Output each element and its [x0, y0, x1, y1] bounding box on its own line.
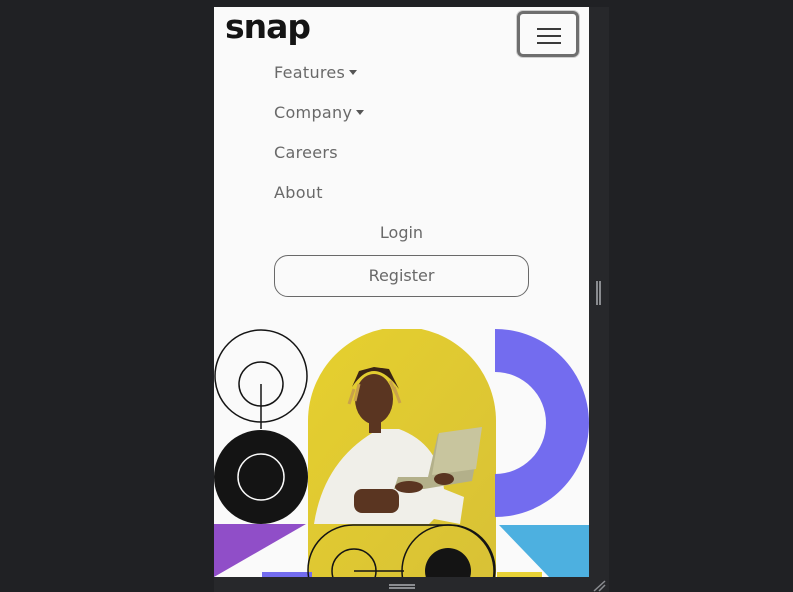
- nav-careers[interactable]: Careers: [274, 143, 338, 163]
- sky-triangle-shape: [499, 525, 589, 577]
- login-link[interactable]: Login: [274, 223, 529, 243]
- caret-down-icon: [356, 109, 365, 115]
- purple-triangle-shape: [214, 524, 306, 577]
- browser-viewport: snap Features Company Careers About Logi…: [214, 7, 589, 577]
- nav-careers-label: Careers: [274, 143, 338, 162]
- nav-features[interactable]: Features: [274, 63, 358, 83]
- caret-down-icon: [349, 69, 358, 75]
- hamburger-icon: [537, 28, 561, 30]
- outline-circle-shape: [214, 329, 308, 429]
- black-circle-shape: [214, 430, 308, 524]
- nav-about-label: About: [274, 183, 323, 202]
- nav-company-label: Company: [274, 103, 353, 122]
- corner-resize-grip-icon[interactable]: [592, 580, 606, 592]
- nav-about[interactable]: About: [274, 183, 323, 203]
- hero-photo: [308, 329, 496, 577]
- nav-company[interactable]: Company: [274, 103, 365, 123]
- vertical-resize-handle[interactable]: [596, 281, 601, 305]
- snap-logo[interactable]: snap: [225, 10, 311, 43]
- violet-half-ring-shape: [495, 329, 589, 517]
- nav-features-label: Features: [274, 63, 346, 82]
- menu-toggle-button[interactable]: [517, 11, 579, 57]
- hero-illustration: [214, 329, 589, 577]
- horizontal-resize-handle[interactable]: [389, 584, 415, 589]
- register-button[interactable]: Register: [274, 255, 529, 297]
